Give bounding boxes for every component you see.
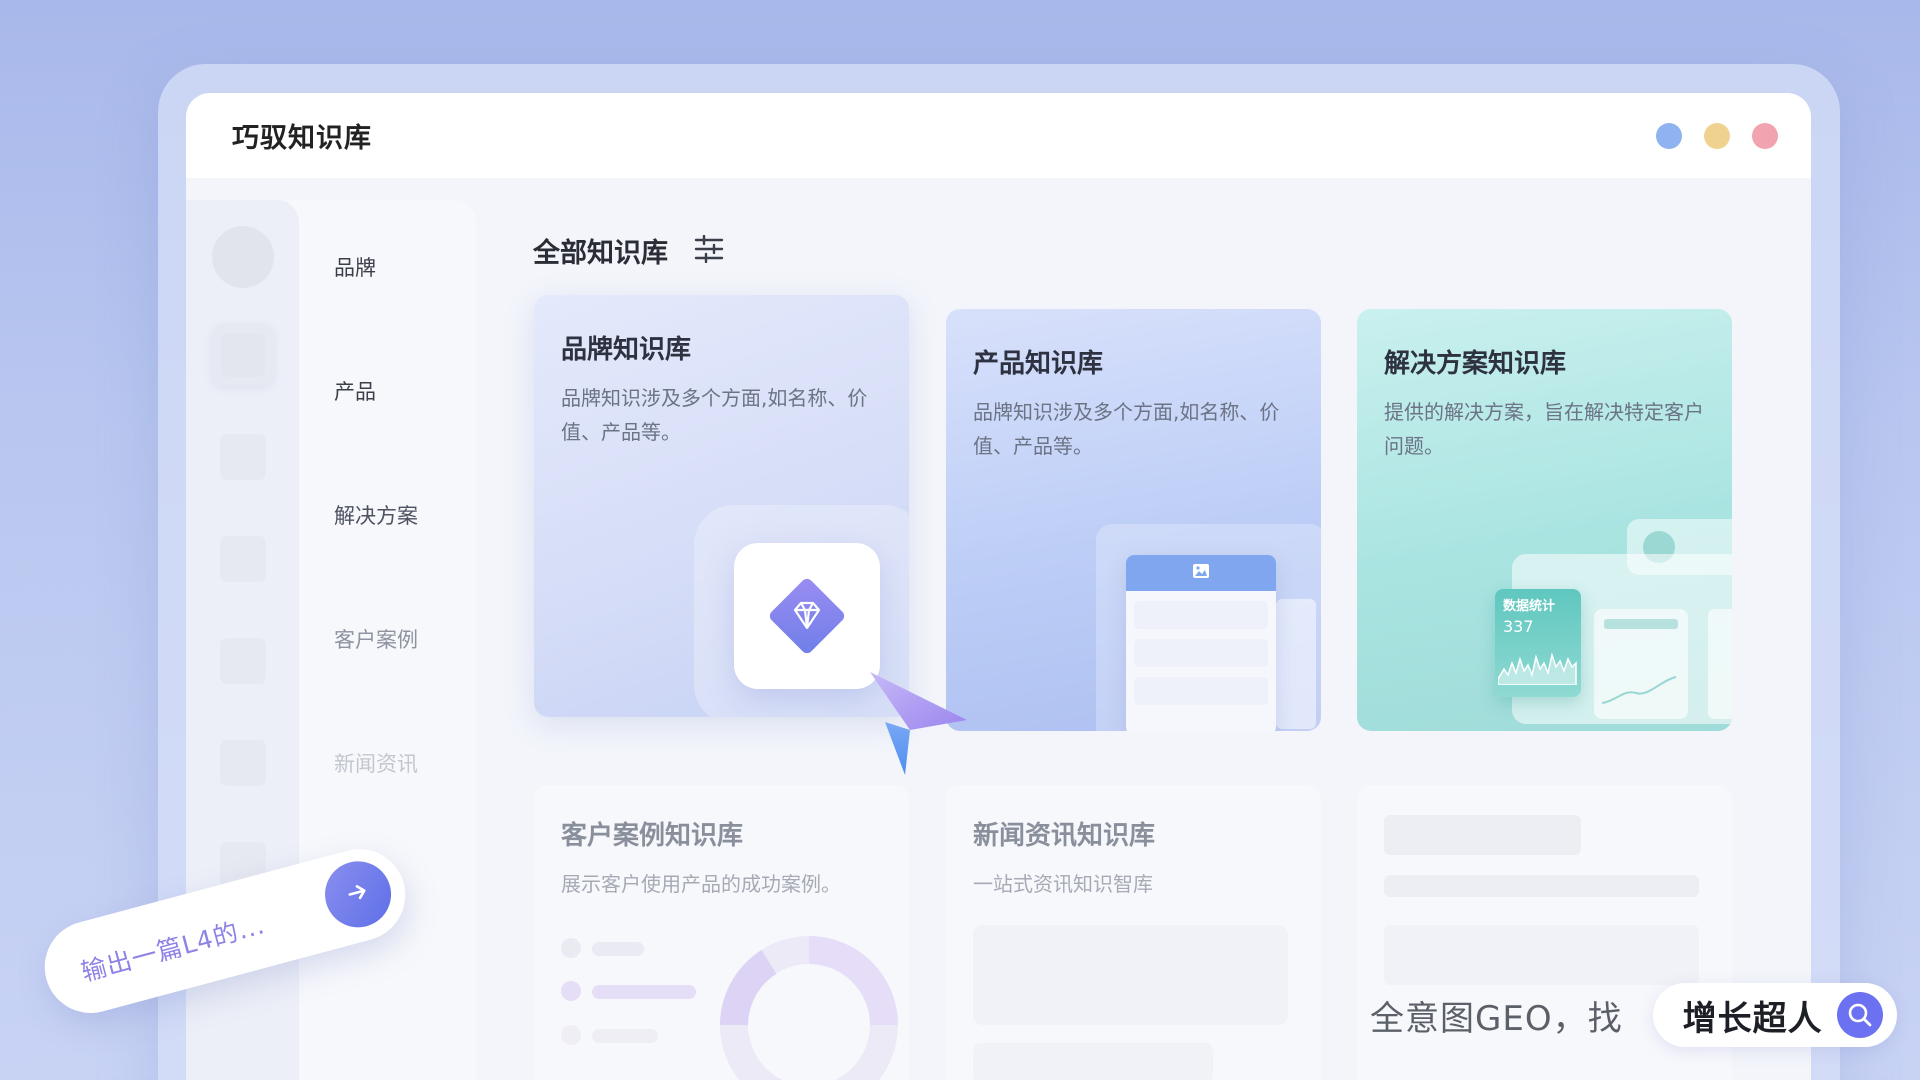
donut-chart <box>720 936 898 1080</box>
sidebar-item-solution[interactable]: 解决方案 <box>334 500 418 530</box>
preview-row <box>1134 601 1268 629</box>
card-desc: 一站式资讯知识智库 <box>973 872 1153 896</box>
window-dot-red[interactable] <box>1752 123 1778 149</box>
preview-header <box>1126 555 1276 591</box>
card-news-kb[interactable]: 新闻资讯知识库 一站式资讯知识智库 <box>946 785 1321 1080</box>
card-desc: 展示客户使用产品的成功案例。 <box>561 872 841 896</box>
window-controls <box>1656 123 1778 149</box>
stats-widget: 数据统计 337 <box>1495 589 1581 697</box>
skeleton-block <box>1384 925 1699 985</box>
card-case-kb[interactable]: 客户案例知识库 展示客户使用产品的成功案例。 <box>534 785 909 1080</box>
pointer-cursor-icon <box>870 672 967 775</box>
list-preview-panel <box>1126 555 1276 731</box>
filter-icon[interactable] <box>694 234 724 267</box>
stats-label: 数据统计 <box>1503 599 1556 614</box>
page-title: 全部知识库 <box>533 238 668 269</box>
card-title: 品牌知识库 <box>561 335 692 365</box>
card-title: 产品知识库 <box>973 349 1104 379</box>
rail-icon-case[interactable] <box>220 638 266 684</box>
sidebar-item-brand[interactable]: 品牌 <box>334 252 376 282</box>
send-button[interactable] <box>317 853 399 935</box>
diamond-icon <box>759 568 855 668</box>
title-bar: 巧驭知识库 <box>186 93 1811 178</box>
gem-tile <box>734 543 880 689</box>
skeleton-title <box>1384 815 1581 855</box>
card-product-kb[interactable]: 产品知识库 品牌知识涉及多个方面,如名称、价值、产品等。 <box>946 309 1321 731</box>
skeleton-block <box>973 1043 1213 1080</box>
arrow-right-icon <box>343 878 373 911</box>
preview-row <box>1134 677 1268 705</box>
promo-brand: 增长超人 <box>1682 998 1823 1039</box>
rail-icon-news[interactable] <box>220 740 266 786</box>
image-icon <box>1192 563 1210 583</box>
chart-placeholder <box>1594 609 1688 719</box>
card-solution-kb[interactable]: 解决方案知识库 提供的解决方案，旨在解决特定客户问题。 数据统计 337 <box>1357 309 1732 731</box>
card-desc: 提供的解决方案，旨在解决特定客户问题。 <box>1384 400 1704 458</box>
promo-banner: 全意图GEO，找 增长超人 <box>1370 983 1897 1047</box>
stats-value: 337 <box>1503 617 1534 636</box>
card-title: 新闻资讯知识库 <box>973 821 1156 851</box>
promo-text: 全意图GEO，找 <box>1370 998 1623 1039</box>
sidebar-item-news[interactable]: 新闻资讯 <box>334 748 418 778</box>
rail-icon-brand[interactable] <box>212 324 274 386</box>
skeleton-block <box>973 925 1288 1025</box>
app-window: 巧驭知识库 品牌 产品 解决方案 客户案例 新闻资讯 全部知识库 品牌知识库 品… <box>186 93 1811 1080</box>
rail-icon-solution[interactable] <box>220 536 266 582</box>
preview-row <box>1134 639 1268 667</box>
window-dot-yellow[interactable] <box>1704 123 1730 149</box>
app-title: 巧驭知识库 <box>232 123 372 154</box>
card-desc: 品牌知识涉及多个方面,如名称、价值、产品等。 <box>973 400 1280 458</box>
sparkline <box>1498 652 1577 685</box>
decor-panel-side <box>1276 599 1316 729</box>
promo-brand-pill[interactable]: 增长超人 <box>1652 983 1897 1047</box>
sidebar-item-product[interactable]: 产品 <box>334 376 376 406</box>
main-header: 全部知识库 <box>533 231 724 270</box>
sidebar-item-case[interactable]: 客户案例 <box>334 624 418 654</box>
avatar[interactable] <box>212 226 274 288</box>
search-icon[interactable] <box>1836 992 1883 1038</box>
skeleton-line <box>1384 875 1699 897</box>
window-dot-blue[interactable] <box>1656 123 1682 149</box>
rail-icon-product[interactable] <box>220 434 266 480</box>
card-title: 客户案例知识库 <box>561 821 744 851</box>
card-title: 解决方案知识库 <box>1384 349 1567 379</box>
card-brand-kb[interactable]: 品牌知识库 品牌知识涉及多个方面,如名称、价值、产品等。 <box>534 295 909 717</box>
card-desc: 品牌知识涉及多个方面,如名称、价值、产品等。 <box>561 386 868 444</box>
